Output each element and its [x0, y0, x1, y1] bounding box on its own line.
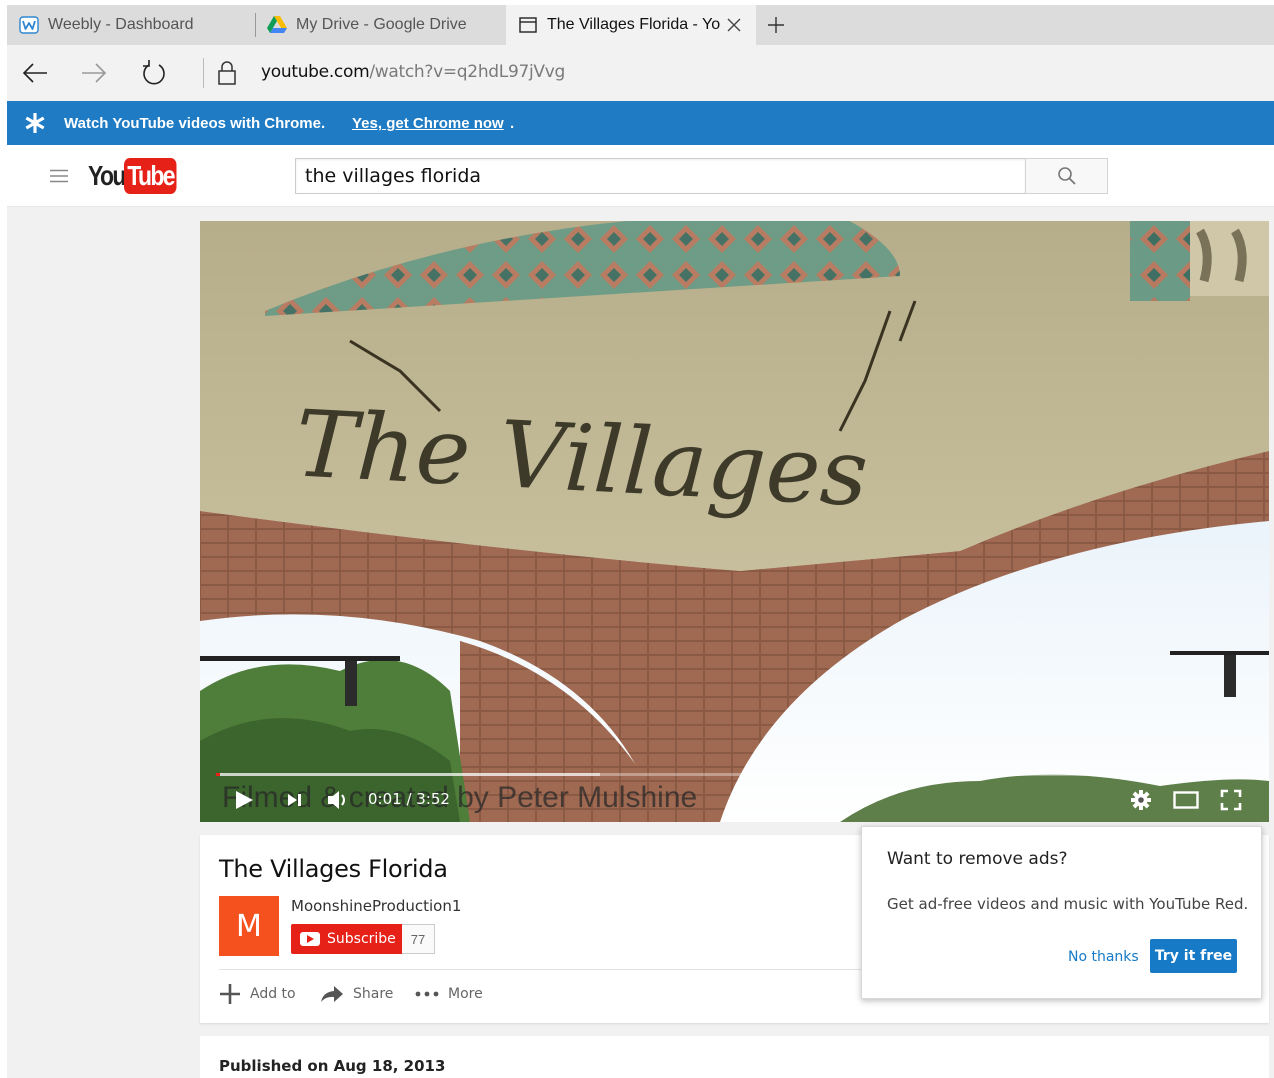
page-icon [518, 15, 538, 35]
popup-title: Want to remove ads? [887, 849, 1068, 869]
settings-button[interactable] [1130, 787, 1152, 813]
youtube-header: You Tube the villages florida [7, 145, 1274, 207]
new-tab-button[interactable] [756, 5, 796, 45]
next-button[interactable] [286, 787, 304, 813]
promo-period: . [510, 115, 515, 132]
fullscreen-button[interactable] [1220, 787, 1242, 813]
star-icon [23, 111, 47, 135]
arrow-left-icon [22, 63, 47, 83]
video-progress-bar[interactable] [216, 773, 1253, 776]
more-label: More [448, 986, 483, 1002]
logo-tube: Tube [124, 158, 177, 194]
gear-icon [1131, 790, 1151, 810]
tab-label: My Drive - Google Drive [296, 16, 467, 33]
address-bar-row: youtube.com/watch?v=q2hdL97jVvg [7, 45, 1274, 101]
popup-body: Get ad-free videos and music with YouTub… [887, 895, 1249, 913]
google-drive-icon [267, 15, 287, 35]
logo-you: You [88, 160, 126, 191]
video-title: The Villages Florida [219, 855, 448, 883]
promo-message: Watch YouTube videos with Chrome. [64, 115, 326, 132]
volume-button[interactable] [326, 787, 352, 813]
skip-next-icon [288, 794, 301, 806]
more-dots-icon [415, 991, 439, 997]
url-host: youtube.com [261, 62, 370, 82]
youtube-logo[interactable]: You Tube [88, 158, 188, 194]
back-button[interactable] [21, 59, 49, 87]
tab-label: Weebly - Dashboard [48, 16, 194, 33]
channel-name[interactable]: MoonshineProduction1 [291, 897, 461, 915]
avatar-letter: M [236, 908, 262, 944]
subscribe-label: Subscribe [327, 931, 396, 947]
chrome-promo-bar: Watch YouTube videos with Chrome. Yes, g… [7, 101, 1274, 145]
guide-menu-icon[interactable] [50, 169, 68, 183]
close-tab-icon[interactable] [724, 15, 744, 35]
url-path: /watch?v=q2hdL97jVvg [369, 62, 565, 82]
progress-played [216, 773, 220, 776]
tab-google-drive[interactable]: My Drive - Google Drive [255, 5, 506, 45]
search-input[interactable]: the villages florida [295, 158, 1026, 194]
lock-icon[interactable] [215, 59, 239, 87]
progress-loaded [216, 773, 600, 776]
no-thanks-button[interactable]: No thanks [1068, 949, 1139, 965]
weebly-icon [19, 15, 39, 35]
time-display: 0:01 / 3:52 [368, 790, 450, 808]
subscriber-count: 77 [402, 924, 435, 954]
remove-ads-popup: Want to remove ads? Get ad-free videos a… [861, 826, 1262, 999]
arrow-right-icon [82, 63, 107, 83]
avatar[interactable]: M [219, 896, 279, 956]
add-to-label: Add to [250, 986, 296, 1002]
video-frame: The Villages [200, 221, 1269, 822]
share-label: Share [353, 986, 394, 1002]
share-button[interactable]: Share [320, 983, 393, 1005]
theater-mode-button[interactable] [1173, 787, 1199, 813]
add-to-button[interactable]: Add to [219, 983, 296, 1005]
more-button[interactable]: More [415, 983, 483, 1005]
play-button[interactable] [234, 787, 254, 813]
volume-icon [328, 791, 345, 809]
get-chrome-link[interactable]: Yes, get Chrome now [352, 115, 504, 132]
plus-icon [219, 983, 241, 1005]
share-arrow-icon [320, 984, 344, 1004]
refresh-button[interactable] [140, 59, 168, 87]
published-date: Published on Aug 18, 2013 [219, 1057, 446, 1075]
search-button[interactable] [1025, 158, 1108, 194]
address-separator [203, 58, 204, 88]
tab-label: The Villages Florida - Yo [547, 16, 721, 33]
tab-weebly-dashboard[interactable]: Weebly - Dashboard [7, 5, 255, 45]
try-it-free-button[interactable]: Try it free [1150, 939, 1237, 973]
browser-tab-strip: Weebly - Dashboard My Drive - Google Dri… [7, 5, 1274, 45]
search-icon [1057, 167, 1076, 185]
fullscreen-icon [1220, 789, 1242, 811]
theater-mode-icon [1173, 791, 1199, 809]
plus-icon [768, 17, 784, 33]
forward-button[interactable] [80, 59, 108, 87]
youtube-play-icon [300, 932, 320, 946]
url-field[interactable]: youtube.com/watch?v=q2hdL97jVvg [261, 62, 565, 82]
refresh-icon [143, 60, 165, 85]
tab-the-villages-florida[interactable]: The Villages Florida - Yo [506, 5, 756, 45]
subscribe-button[interactable]: Subscribe [291, 924, 402, 954]
video-player[interactable]: The Villages Filmed & created by Peter M… [200, 221, 1269, 822]
description-card: Published on Aug 18, 2013 [200, 1036, 1269, 1078]
play-icon [236, 791, 253, 809]
